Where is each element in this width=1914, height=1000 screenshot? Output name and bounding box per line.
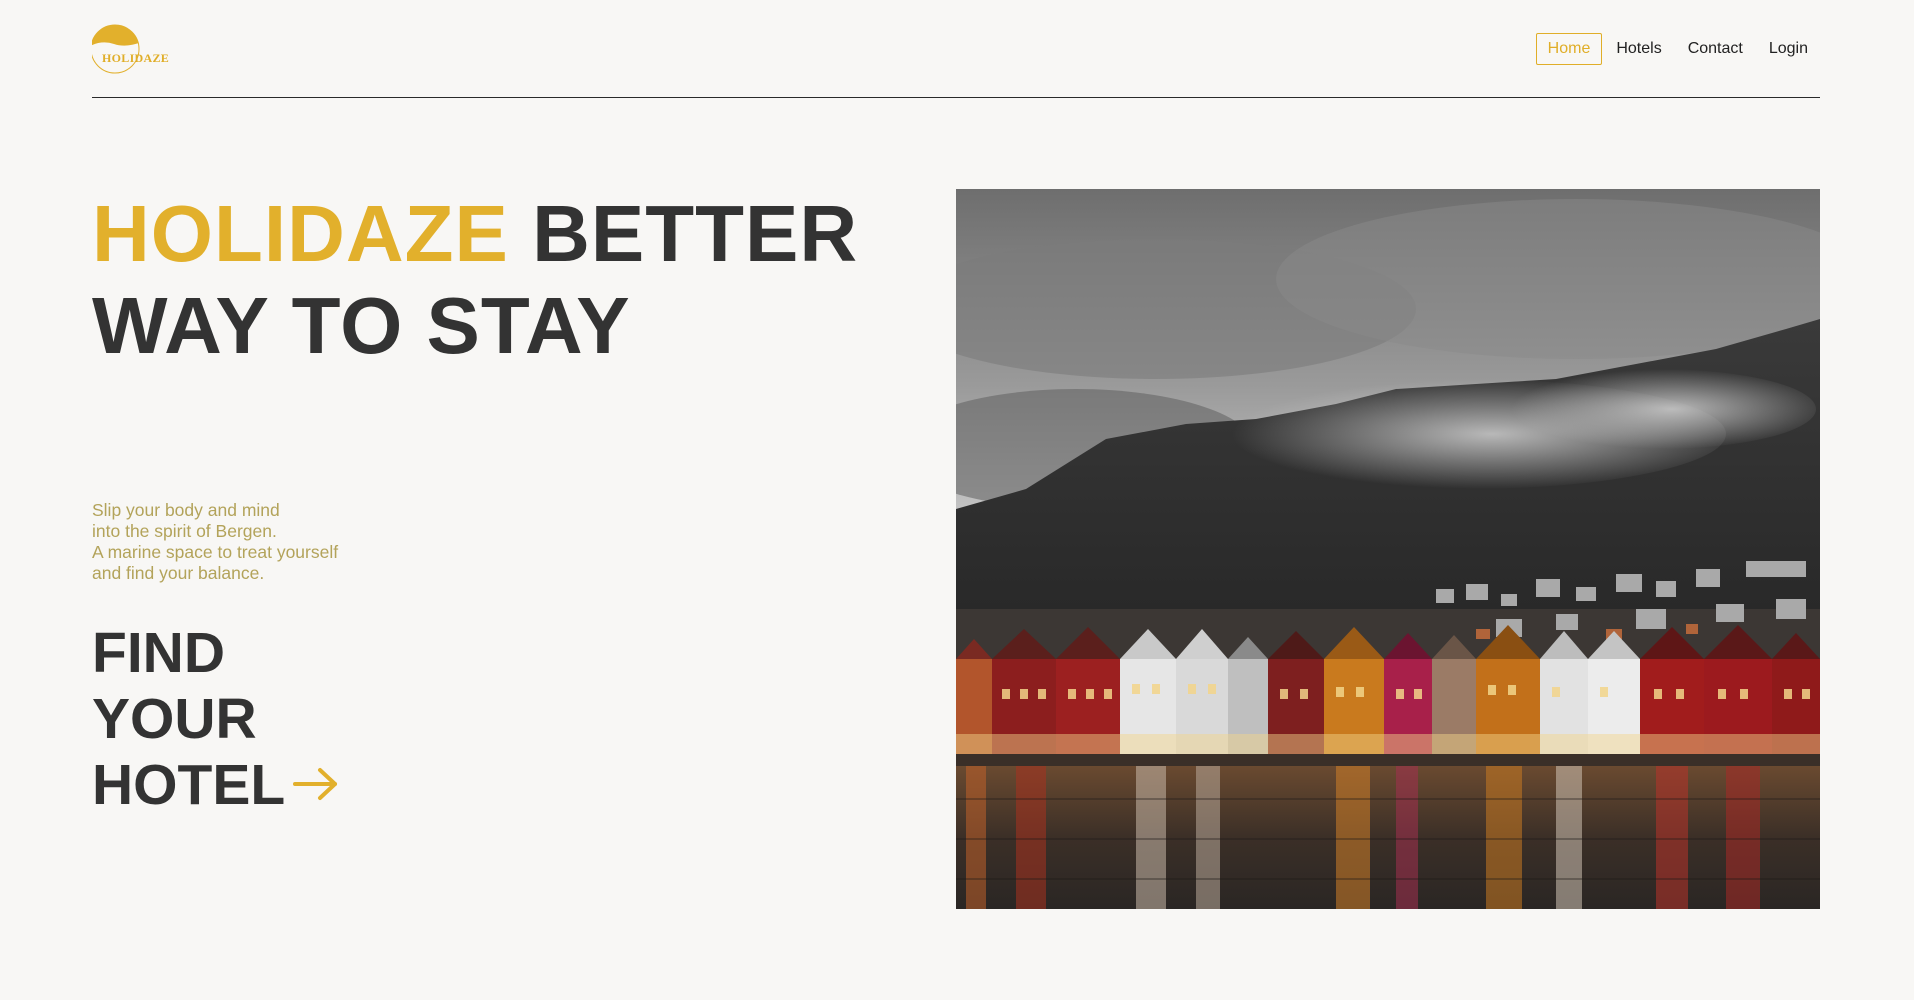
- hero-tagline: Slip your body and mind into the spirit …: [92, 500, 338, 584]
- tagline-line: and find your balance.: [92, 563, 265, 583]
- logo-text: HOLIDAZE: [102, 51, 170, 65]
- logo-sun-icon: [90, 24, 140, 74]
- cta-line: HOTEL: [92, 753, 286, 817]
- cta-line: FIND: [92, 621, 225, 685]
- hero-title-accent: HOLIDAZE: [92, 189, 509, 278]
- hero-title-rest: BETTER: [532, 189, 859, 278]
- nav-hotels-link[interactable]: Hotels: [1604, 33, 1673, 65]
- bergen-harbor-photo: [956, 189, 1820, 909]
- site-header: HOLIDAZE Home Hotels Contact Login: [90, 0, 1820, 98]
- logo[interactable]: HOLIDAZE: [90, 24, 182, 74]
- nav-contact-link[interactable]: Contact: [1676, 33, 1755, 65]
- find-hotel-cta[interactable]: FIND YOUR HOTEL: [92, 620, 339, 818]
- hero-title: HOLIDAZE BETTER WAY TO STAY: [92, 188, 892, 372]
- bergen-harbor-illustration: [956, 189, 1820, 909]
- arrow-right-icon: [293, 767, 338, 800]
- nav-login-link[interactable]: Login: [1757, 33, 1820, 65]
- cta-line: YOUR: [92, 687, 257, 751]
- tagline-line: into the spirit of Bergen.: [92, 521, 277, 541]
- tagline-line: Slip your body and mind: [92, 500, 280, 520]
- tagline-line: A marine space to treat yourself: [92, 542, 339, 562]
- hero-title-line2: WAY TO STAY: [92, 281, 631, 370]
- nav-home-link[interactable]: Home: [1535, 33, 1603, 65]
- main-nav: Home Hotels Contact Login: [1534, 33, 1820, 65]
